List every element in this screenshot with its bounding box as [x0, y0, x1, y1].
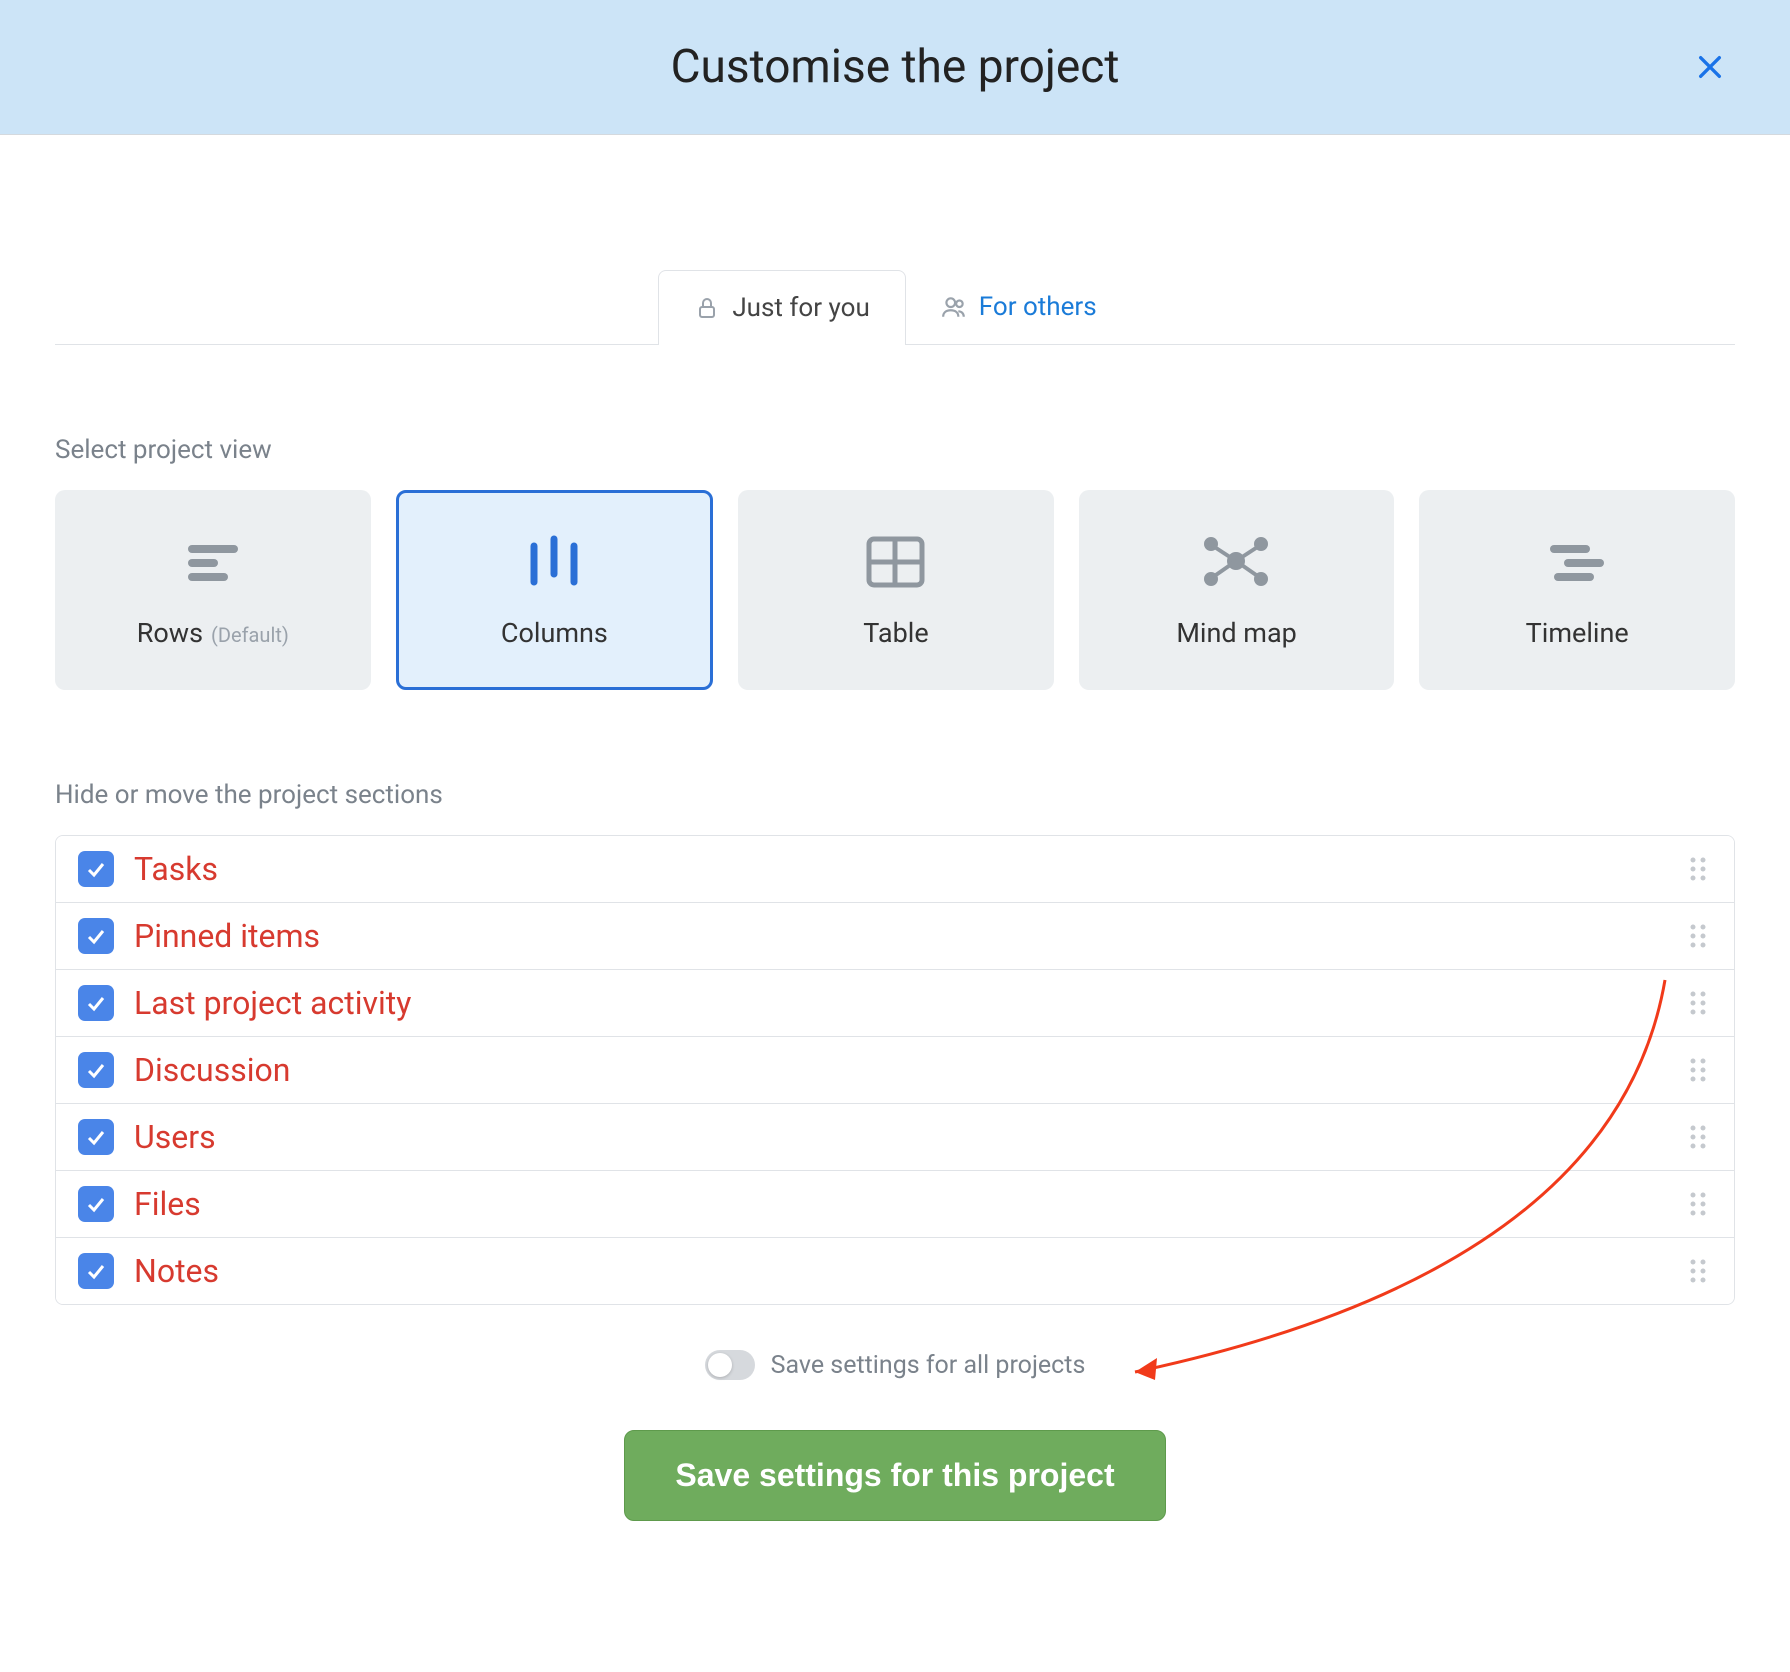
toggle-row: Save settings for all projects	[55, 1350, 1735, 1380]
tabs: Just for you For others	[55, 270, 1735, 345]
card-label-text: Rows	[137, 617, 203, 649]
save-all-projects-toggle[interactable]	[705, 1350, 755, 1380]
view-card-table[interactable]: Table	[738, 490, 1054, 690]
section-row-pinned-items: Pinned items	[56, 903, 1734, 970]
check-icon	[84, 1058, 108, 1082]
drag-handle-icon[interactable]	[1684, 1190, 1712, 1218]
section-checkbox[interactable]	[78, 985, 114, 1021]
view-cards: Rows (Default) Columns	[55, 490, 1735, 690]
save-button[interactable]: Save settings for this project	[624, 1430, 1165, 1521]
card-label-text: Table	[863, 617, 928, 649]
section-row-last-project-activity: Last project activity	[56, 970, 1734, 1037]
drag-handle-icon[interactable]	[1684, 1056, 1712, 1084]
card-label: Mind map	[1176, 617, 1297, 649]
section-row-users: Users	[56, 1104, 1734, 1171]
check-icon	[84, 1192, 108, 1216]
drag-handle-icon[interactable]	[1684, 922, 1712, 950]
check-icon	[84, 1125, 108, 1149]
section-name[interactable]: Pinned items	[134, 917, 1664, 955]
tab-just-for-you[interactable]: Just for you	[658, 270, 905, 345]
drag-handle-icon[interactable]	[1684, 1123, 1712, 1151]
section-name[interactable]: Discussion	[134, 1051, 1664, 1089]
modal-header: Customise the project	[0, 0, 1790, 135]
view-card-rows[interactable]: Rows (Default)	[55, 490, 371, 690]
sections-list: Tasks Pinned items Last project activity	[55, 835, 1735, 1305]
section-name[interactable]: Tasks	[134, 850, 1664, 888]
card-label-text: Columns	[501, 617, 608, 649]
card-label-text: Timeline	[1526, 617, 1629, 649]
sections-section-label: Hide or move the project sections	[55, 780, 1735, 810]
section-checkbox[interactable]	[78, 1186, 114, 1222]
section-name[interactable]: Notes	[134, 1252, 1664, 1290]
view-card-mindmap[interactable]: Mind map	[1079, 490, 1395, 690]
close-icon	[1694, 51, 1726, 83]
card-label-text: Mind map	[1176, 617, 1297, 649]
section-row-tasks: Tasks	[56, 836, 1734, 903]
tab-label: Just for you	[732, 293, 869, 323]
check-icon	[84, 924, 108, 948]
toggle-thumb	[708, 1353, 732, 1377]
section-checkbox[interactable]	[78, 1119, 114, 1155]
check-icon	[84, 991, 108, 1015]
table-icon	[863, 532, 928, 592]
section-name[interactable]: Files	[134, 1185, 1664, 1223]
mindmap-icon	[1199, 532, 1274, 592]
section-checkbox[interactable]	[78, 1052, 114, 1088]
view-card-timeline[interactable]: Timeline	[1419, 490, 1735, 690]
card-label: Timeline	[1526, 617, 1629, 649]
drag-handle-icon[interactable]	[1684, 1257, 1712, 1285]
section-checkbox[interactable]	[78, 1253, 114, 1289]
card-label: Rows (Default)	[137, 617, 289, 649]
section-row-discussion: Discussion	[56, 1037, 1734, 1104]
section-name[interactable]: Last project activity	[134, 984, 1664, 1022]
check-icon	[84, 857, 108, 881]
close-button[interactable]	[1690, 47, 1730, 87]
card-label: Columns	[501, 617, 608, 649]
tab-for-others[interactable]: For others	[906, 270, 1132, 344]
rows-icon	[178, 532, 248, 592]
section-row-files: Files	[56, 1171, 1734, 1238]
modal-title: Customise the project	[671, 40, 1120, 94]
view-section-label: Select project view	[55, 435, 1735, 465]
section-checkbox[interactable]	[78, 918, 114, 954]
columns-icon	[519, 532, 589, 592]
lock-icon	[694, 295, 720, 321]
people-icon	[941, 294, 967, 320]
section-name[interactable]: Users	[134, 1118, 1664, 1156]
drag-handle-icon[interactable]	[1684, 855, 1712, 883]
toggle-label: Save settings for all projects	[771, 1351, 1086, 1380]
card-default-suffix: (Default)	[211, 623, 289, 647]
section-checkbox[interactable]	[78, 851, 114, 887]
card-label: Table	[863, 617, 928, 649]
check-icon	[84, 1259, 108, 1283]
view-card-columns[interactable]: Columns	[396, 490, 714, 690]
tab-label: For others	[979, 292, 1097, 322]
section-row-notes: Notes	[56, 1238, 1734, 1304]
timeline-icon	[1542, 532, 1612, 592]
drag-handle-icon[interactable]	[1684, 989, 1712, 1017]
